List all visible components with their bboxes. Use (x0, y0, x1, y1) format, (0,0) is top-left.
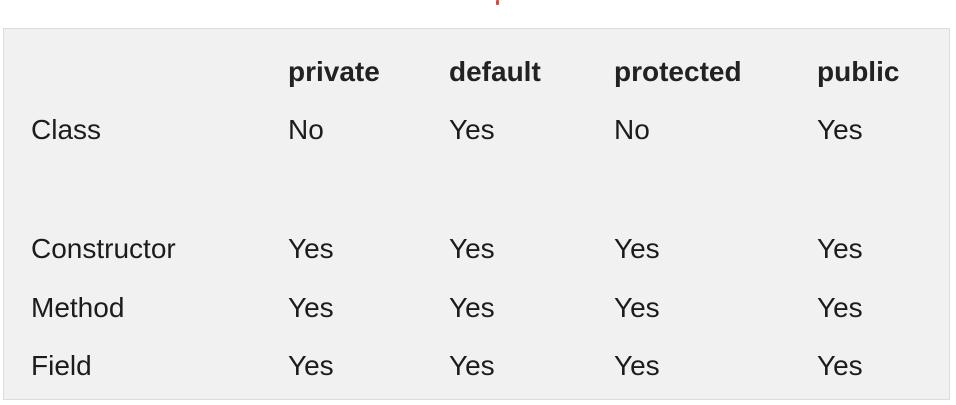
table-cell: Yes (288, 350, 334, 381)
table-cell: Yes (817, 292, 863, 323)
page: private default protected public Class N… (0, 0, 956, 405)
table-cell: Yes (449, 350, 495, 381)
access-modifier-table: private default protected public Class N… (3, 28, 950, 400)
column-header-protected: protected (614, 56, 742, 87)
row-label-class: Class (31, 114, 102, 145)
column-header-private: private (288, 56, 380, 87)
row-label-field: Field (31, 350, 92, 381)
table-cell: Yes (614, 292, 660, 323)
table-cell: Yes (817, 114, 863, 145)
table-cell: Yes (817, 233, 863, 264)
table-cell: Yes (449, 233, 495, 264)
row-label-constructor: Constructor (31, 233, 176, 264)
column-header-default: default (449, 56, 541, 87)
table-cell: Yes (288, 233, 334, 264)
table-cell: Yes (449, 292, 495, 323)
marker-dot (496, 0, 499, 5)
column-header-public: public (817, 56, 900, 87)
table-cell: Yes (288, 292, 334, 323)
table-cell: Yes (817, 350, 863, 381)
table-cell: Yes (614, 233, 660, 264)
table-cell: No (288, 114, 324, 145)
table-cell: Yes (449, 114, 495, 145)
row-label-method: Method (31, 292, 125, 323)
table-cell: No (614, 114, 650, 145)
table-cell: Yes (614, 350, 660, 381)
